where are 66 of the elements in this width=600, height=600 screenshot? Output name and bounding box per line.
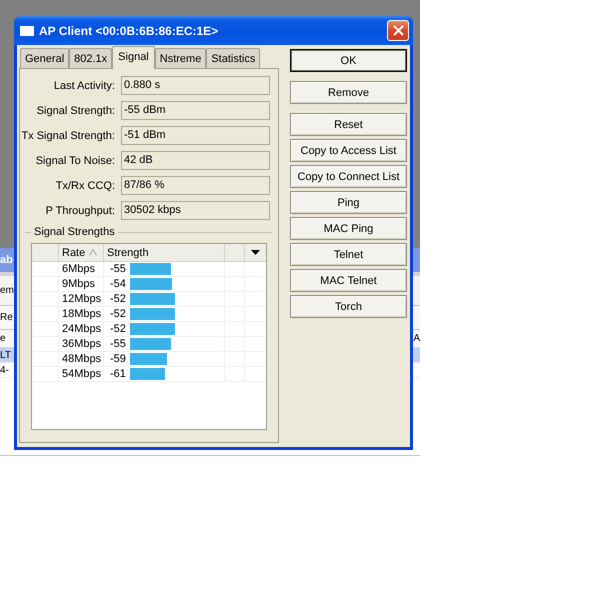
table-cell-text: -61 — [110, 368, 127, 380]
tab[interactable]: Signal — [112, 46, 155, 69]
action-button[interactable]: Copy to Access List — [290, 139, 407, 162]
table-cell-text: -59 — [110, 353, 127, 365]
tab[interactable]: Statistics — [206, 48, 260, 68]
value-field: -55 dBm — [121, 101, 270, 120]
table-cell-text: -54 — [110, 278, 127, 290]
action-button[interactable]: Telnet — [290, 243, 407, 266]
dropdown-arrow-icon[interactable] — [251, 250, 260, 255]
close-button[interactable] — [387, 20, 409, 41]
table-row[interactable]: 9Mbps -54 — [32, 277, 266, 292]
action-button[interactable]: Ping — [290, 191, 407, 214]
window-icon — [20, 26, 34, 36]
close-icon — [392, 25, 404, 36]
table-row[interactable]: 36Mbps -55 — [32, 337, 266, 352]
column-header[interactable]: Rate — [59, 244, 104, 261]
field-label: P Throughput: — [46, 204, 116, 216]
action-button[interactable]: Torch — [290, 295, 407, 318]
table-cell-text: -52 — [110, 323, 127, 335]
window-title: ab — [0, 254, 13, 266]
table-cell: 6Mbps — [59, 262, 104, 276]
action-button[interactable]: MAC Ping — [290, 217, 407, 240]
table-cell: 48Mbps — [59, 352, 104, 366]
field-label: Tx Signal Strength: — [21, 130, 116, 142]
action-button[interactable]: Copy to Connect List — [290, 165, 407, 188]
table-cell: 12Mbps — [59, 292, 104, 306]
toolbar-button[interactable]: Re — [0, 312, 13, 323]
tab[interactable]: Nstreme — [154, 48, 206, 68]
field-label: Tx/Rx CCQ: — [56, 180, 116, 192]
table-cell: 54Mbps — [59, 367, 104, 381]
table-cell: 24Mbps — [59, 322, 104, 336]
value-field: 42 dB — [121, 151, 270, 170]
table-row[interactable]: 54Mbps -61 — [32, 367, 266, 382]
table-cell: 9Mbps — [59, 277, 104, 291]
table-row[interactable]: 24Mbps -52 — [32, 322, 266, 337]
action-button[interactable]: Remove — [290, 81, 407, 104]
window-title: AP Client <00:0B:6B:86:EC:1E> — [39, 24, 218, 38]
table-row[interactable]: 18Mbps -52 — [32, 307, 266, 322]
value-field: -51 dBm — [121, 126, 270, 145]
menu-item[interactable]: em — [0, 285, 14, 296]
value-field: 30502 kbps — [121, 201, 270, 220]
tab[interactable]: 802.1x — [69, 48, 112, 68]
action-button[interactable]: OK — [290, 49, 407, 72]
column-header[interactable]: A — [413, 333, 420, 344]
table-cell: 18Mbps — [59, 307, 104, 321]
table-cell-text: -52 — [110, 308, 127, 320]
column-header[interactable]: Strength — [104, 244, 225, 261]
value-field: 0.880 s — [121, 76, 270, 95]
table-cell: LT — [0, 350, 11, 360]
column-header[interactable]: e — [0, 333, 6, 344]
field-label: Last Activity: — [54, 80, 116, 92]
value-field: 87/86 % — [121, 176, 270, 195]
table-cell: 4- — [0, 364, 9, 376]
table-cell-text: -52 — [110, 293, 127, 305]
tab[interactable]: General — [20, 48, 70, 68]
action-button[interactable]: Reset — [290, 113, 407, 136]
table-cell: 36Mbps — [59, 337, 104, 351]
table-row[interactable]: 6Mbps -55 — [32, 262, 266, 277]
action-button[interactable]: MAC Telnet — [290, 269, 407, 292]
group-title: Signal Strengths — [33, 226, 116, 238]
table-cell-text: -55 — [110, 263, 127, 275]
field-label: Signal To Noise: — [36, 154, 116, 166]
field-label: Signal Strength: — [36, 104, 116, 116]
table-row[interactable]: 48Mbps -59 — [32, 352, 266, 367]
table-cell-text: -55 — [110, 338, 127, 350]
table-row[interactable]: 12Mbps -52 — [32, 292, 266, 307]
